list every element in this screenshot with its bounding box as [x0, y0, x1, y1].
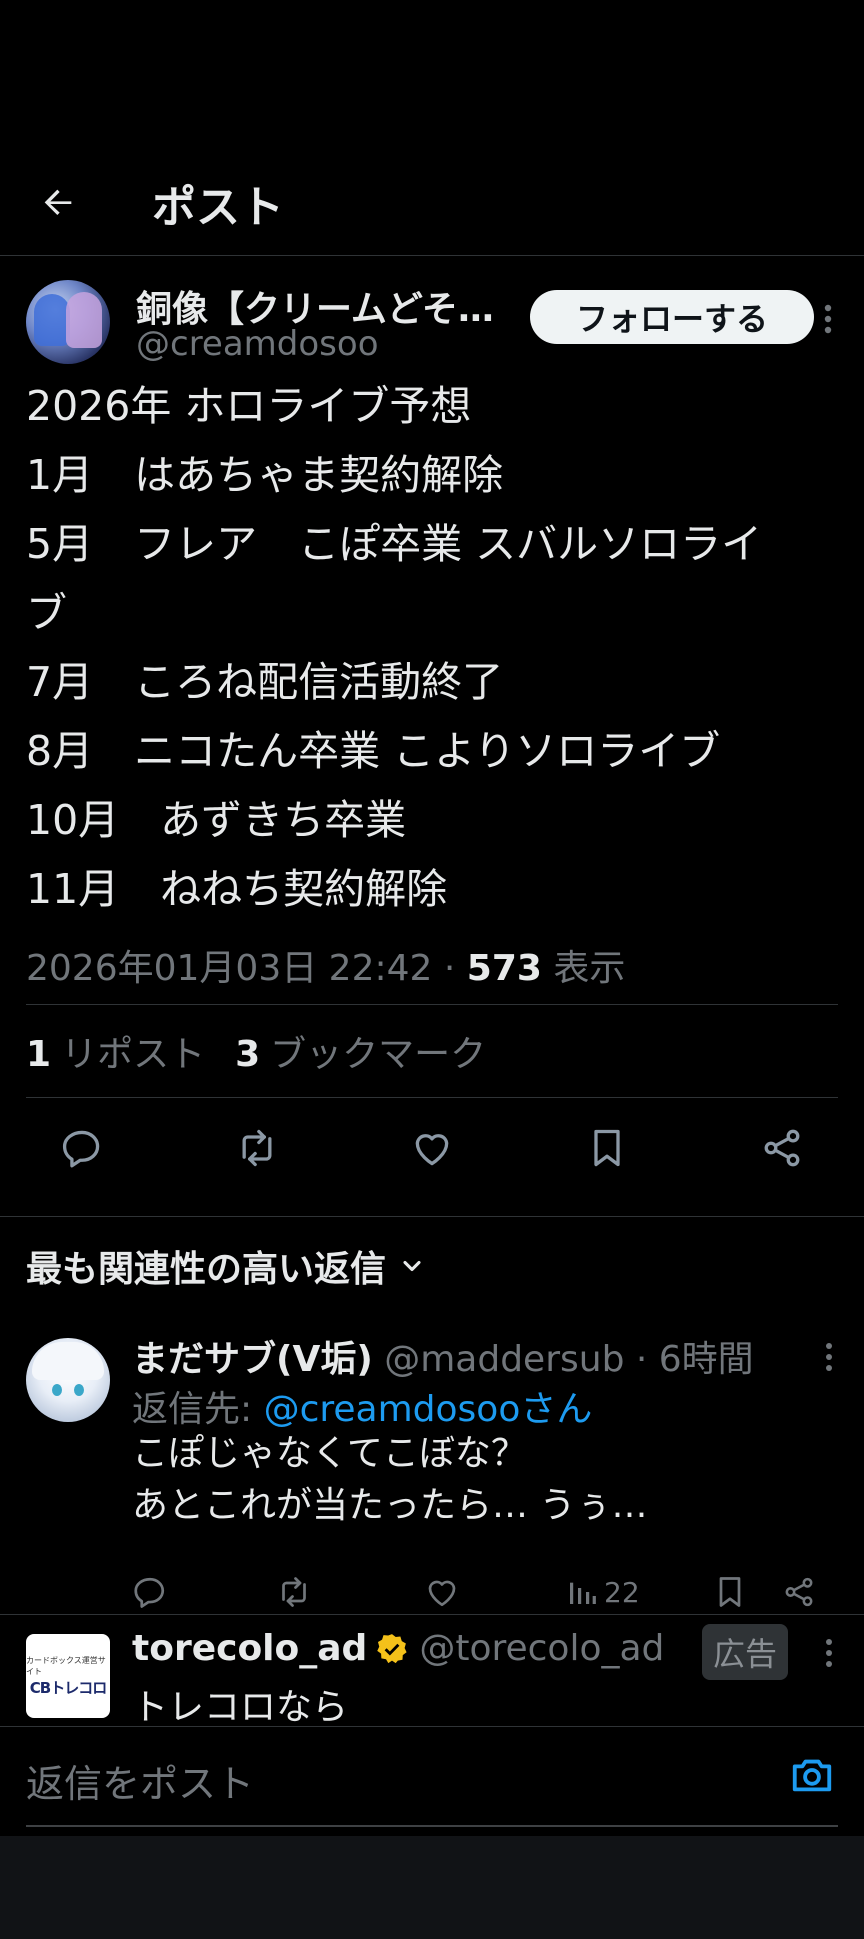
heart-icon: [415, 1134, 449, 1166]
post-line: ブ: [26, 589, 67, 637]
section-divider: [0, 1614, 864, 1615]
author-row: 銅像【クリームどそ… @creamdosoo フォローする: [26, 256, 838, 366]
ad-header: torecolo_ad @torecolo_ad: [132, 1628, 664, 1669]
composer-underline: [26, 1825, 838, 1827]
reply-views-count: 22: [604, 1575, 640, 1609]
share-button[interactable]: [760, 1126, 804, 1170]
reply-reply-button[interactable]: [132, 1570, 168, 1614]
like-button[interactable]: [410, 1126, 454, 1170]
reply-to-line: 返信先: @creamdosooさん: [132, 1380, 592, 1432]
reposts-stat[interactable]: 1 リポスト: [26, 1025, 205, 1077]
reply-handle-time[interactable]: @maddersub · 6時間: [373, 1339, 753, 1380]
post-line: 5月 フレア こぽ卒業 スバルソロライ: [26, 520, 763, 568]
post-actions: [26, 1098, 838, 1198]
camera-button[interactable]: [786, 1749, 838, 1801]
more-vertical-icon: [824, 304, 832, 334]
section-divider: [0, 1216, 864, 1217]
reply-share-button[interactable]: [782, 1570, 816, 1614]
bookmarks-count: 3: [235, 1034, 261, 1075]
reply-to-prefix: 返信先:: [132, 1389, 264, 1430]
reply-to-mention[interactable]: @creamdosooさん: [264, 1389, 593, 1430]
post-meta: 2026年01月03日 22:42 · 573 表示: [26, 934, 838, 1004]
system-bottom-area: [0, 1836, 864, 1939]
views-chart-icon: [570, 1582, 596, 1604]
repost-icon: [282, 1577, 306, 1607]
replies-sort-label: 最も関連性の高い返信: [26, 1249, 387, 1290]
camera-icon: [792, 1759, 832, 1792]
ad-account-handle[interactable]: @torecolo_ad: [419, 1628, 664, 1669]
bookmark-icon: [594, 1129, 620, 1167]
ad-logo-text: CBトレコロ: [29, 1678, 107, 1697]
verified-badge-icon: [377, 1633, 407, 1663]
reply-author-name[interactable]: まだサブ(V垢): [132, 1339, 373, 1380]
reply-input[interactable]: 返信をポスト: [26, 1753, 254, 1808]
ad-logo[interactable]: カードボックス運営サイト CBトレコロ: [26, 1634, 110, 1718]
bookmark-icon: [719, 1577, 741, 1607]
post-line: 7月 ころね配信活動終了: [26, 658, 504, 706]
ad-body: トレコロなら: [132, 1687, 349, 1726]
author-avatar[interactable]: [26, 280, 110, 364]
post-line: 2026年 ホロライブ予想: [26, 382, 472, 430]
reply-icon: [134, 1577, 165, 1608]
post-line: 8月 ニコたん卒業 こよりソロライブ: [26, 727, 721, 775]
views-label: 表示: [541, 948, 626, 989]
reposts-count: 1: [26, 1034, 52, 1075]
share-icon: [764, 1129, 800, 1167]
post-more-button[interactable]: [808, 294, 848, 344]
reply-item[interactable]: まだサブ(V垢) @maddersub · 6時間 返信先: @creamdos…: [0, 1320, 864, 1614]
reply-repost-button[interactable]: [276, 1570, 312, 1614]
ad-logo-subtitle: カードボックス運営サイト: [26, 1655, 106, 1676]
reply-composer: 返信をポスト: [0, 1726, 864, 1836]
repost-button[interactable]: [235, 1126, 279, 1170]
ad-label-badge: 広告: [702, 1624, 788, 1680]
reply-line: あとこれが当たったら… うぅ…: [132, 1485, 648, 1526]
bookmark-button[interactable]: [585, 1126, 629, 1170]
back-button[interactable]: [28, 173, 88, 233]
promoted-post[interactable]: カードボックス運営サイト CBトレコロ torecolo_ad @torecol…: [0, 1616, 864, 1726]
engagement-stats: 1 リポスト 3 ブックマーク: [26, 1005, 838, 1097]
heart-icon: [428, 1580, 456, 1607]
post-body: 2026年 ホロライブ予想 1月 はあちゃま契約解除 5月 フレア こぽ卒業 ス…: [26, 372, 838, 924]
reply-like-button[interactable]: [424, 1570, 460, 1614]
reply-body: こぽじゃなくてこぼな？ あとこれが当たったら… うぅ…: [132, 1428, 647, 1532]
more-vertical-icon: [826, 1343, 832, 1371]
ad-more-button[interactable]: [824, 1638, 834, 1672]
chevron-down-icon: [403, 1260, 421, 1272]
avatar-hair: [32, 1342, 104, 1380]
reply-bookmark-button[interactable]: [712, 1570, 748, 1614]
reply-actions: 22: [132, 1570, 832, 1614]
reply-button[interactable]: [60, 1126, 104, 1170]
avatar-eye: [74, 1384, 84, 1396]
bookmarks-label: ブックマーク: [270, 1034, 487, 1075]
post-timestamp[interactable]: 2026年01月03日 22:42 ·: [26, 948, 467, 989]
avatar-figure-left: [34, 294, 70, 346]
replies-sort-toggle[interactable]: 最も関連性の高い返信: [26, 1240, 426, 1292]
back-arrow-icon: [44, 189, 72, 215]
post-line: 11月 ねねち契約解除: [26, 865, 448, 913]
ad-account-name[interactable]: torecolo_ad: [132, 1628, 367, 1669]
page-title: ポスト: [152, 181, 284, 233]
follow-button[interactable]: フォローする: [530, 290, 814, 344]
more-vertical-icon: [826, 1639, 832, 1667]
views-count: 573: [466, 948, 542, 989]
reposts-label: リポスト: [61, 1034, 206, 1075]
bookmarks-stat[interactable]: 3 ブックマーク: [235, 1025, 486, 1077]
reply-line: こぽじゃなくてこぼな？: [132, 1433, 527, 1474]
main-post: 銅像【クリームどそ… @creamdosoo フォローする 2026年 ホロライ…: [26, 256, 838, 1198]
avatar-eye: [52, 1384, 62, 1396]
top-bar: ポスト: [0, 150, 864, 256]
avatar-figure-right: [66, 292, 102, 348]
post-line: 1月 はあちゃま契約解除: [26, 451, 504, 499]
author-handle[interactable]: @creamdosoo: [136, 324, 379, 364]
post-line: 10月 あずきち卒業: [26, 796, 407, 844]
reply-views-button[interactable]: 22: [566, 1570, 640, 1614]
share-icon: [785, 1577, 813, 1607]
reply-header: まだサブ(V垢) @maddersub · 6時間: [132, 1330, 754, 1382]
reply-avatar[interactable]: [26, 1338, 110, 1422]
reply-icon: [62, 1130, 100, 1168]
repost-icon: [242, 1129, 272, 1167]
reply-more-button[interactable]: [824, 1342, 834, 1376]
